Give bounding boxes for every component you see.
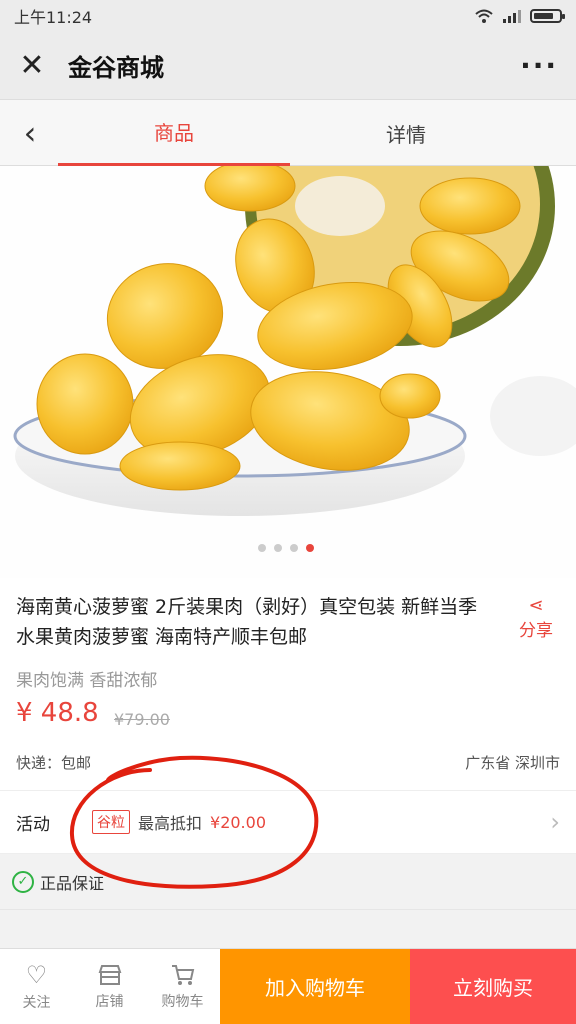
activity-label: 活动 (16, 814, 50, 835)
status-time: 上午11:24 (14, 8, 93, 27)
add-to-cart-button[interactable]: 加入购物车 (220, 949, 410, 1024)
status-bar: 上午11:24 (0, 0, 576, 32)
tab-detail[interactable]: 详情 (290, 100, 522, 166)
share-icon: ⋖ (528, 595, 544, 616)
battery-level (534, 13, 554, 19)
signal-icon (503, 10, 521, 23)
page-title: 金谷商城 (68, 54, 164, 82)
activity-row[interactable]: 活动 谷粒 最高抵扣 ¥20.00 › (0, 790, 576, 854)
more-menu-icon[interactable]: ··· (520, 49, 558, 82)
product-info: 海南黄心菠萝蜜 2斤装果肉（剥好）真空包装 新鲜当季水果黄肉菠萝蜜 海南特产顺丰… (0, 578, 576, 790)
shopping-cart-icon (171, 964, 194, 985)
carousel-dot[interactable] (258, 544, 266, 552)
heart-icon: ♡ (25, 960, 48, 989)
store-label: 店铺 (95, 993, 124, 1010)
activity-amount: ¥20.00 (210, 812, 266, 832)
wifi-icon (475, 9, 493, 23)
shipping-info: 快递：包邮 (16, 754, 92, 772)
carousel-dot[interactable] (290, 544, 298, 552)
share-label: 分享 (519, 621, 553, 641)
store-button[interactable]: 店铺 (73, 949, 146, 1024)
product-image-carousel[interactable] (0, 166, 576, 578)
cart-button[interactable]: 购物车 (146, 949, 219, 1024)
status-icons (474, 8, 565, 24)
follow-button[interactable]: ♡ 关注 (0, 949, 73, 1024)
title-bar: ✕ 金谷商城 ··· (0, 32, 576, 100)
chevron-right-icon: › (550, 808, 560, 836)
original-price: ¥79.00 (114, 710, 170, 729)
share-button[interactable]: ⋖ 分享 (512, 595, 560, 642)
product-price: ¥ 48.8 (16, 698, 99, 728)
buy-now-button[interactable]: 立刻购买 (410, 949, 576, 1024)
jackfruit-image (0, 166, 576, 578)
guarantee-text: 正品保证 (40, 873, 105, 893)
activity-text: 最高抵扣 (138, 814, 203, 833)
close-icon[interactable]: ✕ (18, 50, 46, 80)
guarantee-row: ✓ 正品保证 (0, 854, 576, 910)
product-subtitle: 果肉饱满 香甜浓郁 (16, 671, 158, 691)
product-title: 海南黄心菠萝蜜 2斤装果肉（剥好）真空包装 新鲜当季水果黄肉菠萝蜜 海南特产顺丰… (16, 596, 478, 648)
carousel-dot[interactable] (274, 544, 282, 552)
bottom-action-bar: ♡ 关注 店铺 购物车 加入购物车 立刻购买 (0, 948, 576, 1024)
check-circle-icon: ✓ (12, 870, 34, 893)
tab-goods[interactable]: 商品 (58, 100, 290, 166)
carousel-indicator (258, 544, 314, 552)
store-icon (98, 964, 121, 985)
cart-label: 购物车 (161, 993, 204, 1010)
carousel-dot[interactable] (306, 544, 314, 552)
follow-label: 关注 (22, 994, 51, 1011)
back-arrow-icon[interactable]: ‹ (14, 114, 46, 152)
tab-bar: ‹ 商品 详情 (0, 100, 576, 166)
activity-tag: 谷粒 (92, 810, 130, 834)
ship-from-location: 广东省 深圳市 (465, 754, 560, 772)
battery-icon (530, 9, 565, 23)
